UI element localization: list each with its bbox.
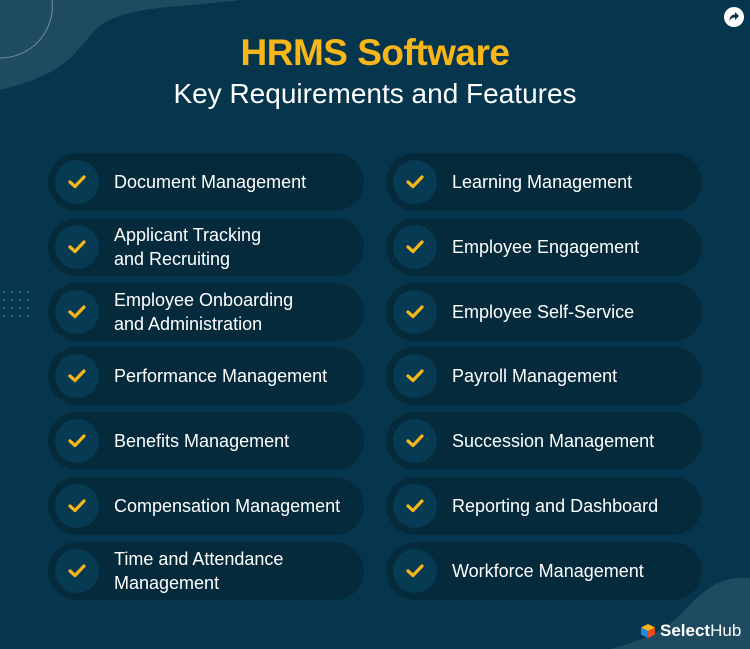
checkmark-icon	[406, 564, 424, 578]
check-badge	[55, 354, 99, 398]
selecthub-cube-icon	[641, 624, 655, 638]
feature-label: Employee Onboarding and Administration	[114, 288, 293, 336]
check-badge	[55, 419, 99, 463]
feature-label: Learning Management	[452, 170, 632, 194]
check-badge	[55, 484, 99, 528]
feature-item: Employee Onboarding and Administration	[48, 283, 364, 341]
feature-label-line: Payroll Management	[452, 366, 618, 386]
feature-label: Reporting and Dashboard	[452, 494, 658, 518]
dot-grid-decoration	[3, 291, 35, 323]
feature-label: Benefits Management	[114, 429, 289, 453]
feature-label-line: and Recruiting	[114, 249, 231, 269]
selecthub-logo: SelectHub	[640, 621, 741, 641]
feature-label-line: Management	[114, 573, 220, 593]
feature-label: Payroll Management	[452, 364, 617, 388]
feature-item: Payroll Management	[386, 347, 702, 405]
check-badge	[393, 160, 437, 204]
feature-label-line: Learning Management	[452, 172, 633, 192]
check-badge	[393, 225, 437, 269]
feature-item: Learning Management	[386, 153, 702, 211]
brand-name: SelectHub	[660, 621, 742, 640]
checkmark-icon	[406, 434, 424, 448]
checkmark-icon	[68, 499, 86, 513]
feature-item: Time and Attendance Management	[48, 542, 364, 600]
feature-item: Document Management	[48, 153, 364, 211]
check-badge	[393, 484, 437, 528]
feature-label: Workforce Management	[452, 559, 644, 583]
feature-item: Compensation Management	[48, 477, 364, 535]
feature-label: Time and Attendance Management	[114, 547, 283, 595]
checkmark-icon	[68, 564, 86, 578]
checkmark-icon	[406, 240, 424, 254]
feature-label-line: Succession Management	[452, 431, 655, 451]
feature-label-line: Employee Self-Service	[452, 302, 635, 322]
check-badge	[55, 549, 99, 593]
share-arrow-icon	[729, 12, 739, 21]
feature-label-line: Performance Management	[114, 366, 328, 386]
checkmark-icon	[68, 240, 86, 254]
feature-label-line: Benefits Management	[114, 431, 290, 451]
feature-item: Applicant Tracking and Recruiting	[48, 218, 364, 276]
feature-label: Employee Engagement	[452, 235, 639, 259]
feature-label-line: Employee Engagement	[452, 237, 640, 257]
checkmark-icon	[68, 434, 86, 448]
feature-label: Compensation Management	[114, 494, 340, 518]
feature-label: Applicant Tracking and Recruiting	[114, 223, 261, 271]
checkmark-icon	[406, 175, 424, 189]
feature-label: Succession Management	[452, 429, 654, 453]
feature-label: Employee Self-Service	[452, 300, 634, 324]
feature-item: Performance Management	[48, 347, 364, 405]
check-badge	[55, 290, 99, 334]
feature-item: Benefits Management	[48, 412, 364, 470]
feature-label-line: Document Management	[114, 172, 307, 192]
check-badge	[393, 419, 437, 463]
infographic: HRMS Software Key Requirements and Featu…	[0, 0, 750, 649]
feature-label-line: Applicant Tracking	[114, 225, 262, 245]
check-badge	[55, 160, 99, 204]
checkmark-icon	[406, 305, 424, 319]
feature-label-line: and Administration	[114, 314, 263, 334]
page-title: HRMS Software	[240, 32, 510, 73]
feature-label-line: Reporting and Dashboard	[452, 496, 659, 516]
feature-item: Employee Engagement	[386, 218, 702, 276]
check-badge	[393, 549, 437, 593]
feature-label-line: Compensation Management	[114, 496, 341, 516]
check-badge	[55, 225, 99, 269]
checkmark-icon	[68, 175, 86, 189]
page-subtitle: Key Requirements and Features	[173, 78, 577, 109]
feature-label-line: Employee Onboarding	[114, 290, 294, 310]
feature-item: Employee Self-Service	[386, 283, 702, 341]
feature-label-line: Workforce Management	[452, 561, 644, 581]
feature-label: Document Management	[114, 170, 306, 194]
check-badge	[393, 354, 437, 398]
feature-label-line: Time and Attendance	[114, 549, 284, 569]
share-button[interactable]	[724, 7, 744, 27]
check-badge	[393, 290, 437, 334]
feature-item: Succession Management	[386, 412, 702, 470]
checkmark-icon	[68, 305, 86, 319]
feature-item: Reporting and Dashboard	[386, 477, 702, 535]
checkmark-icon	[406, 369, 424, 383]
checkmark-icon	[68, 369, 86, 383]
checkmark-icon	[406, 499, 424, 513]
feature-label: Performance Management	[114, 364, 327, 388]
feature-item: Workforce Management	[386, 542, 702, 600]
